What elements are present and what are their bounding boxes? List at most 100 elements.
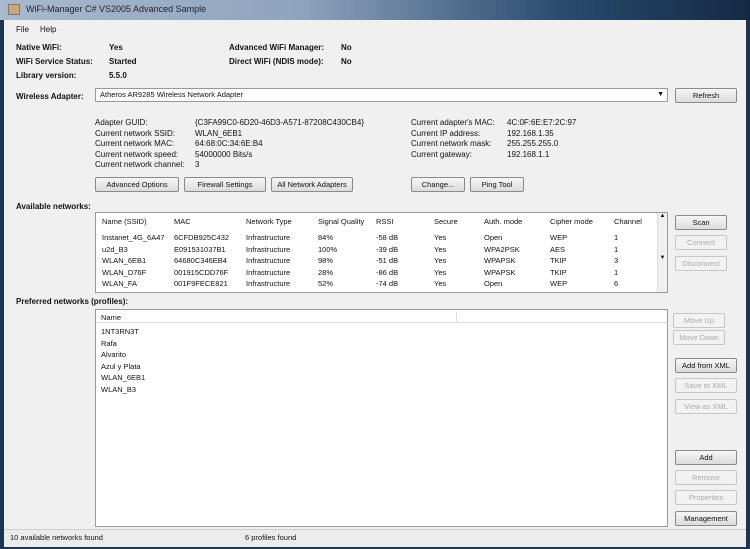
list-header: Name — [96, 312, 667, 323]
view-as-xml-button[interactable]: View as XML — [675, 399, 737, 414]
detail-label: Current network SSID: — [95, 128, 176, 138]
table-cell: 3 — [614, 256, 619, 265]
move-up-button[interactable]: Move Up — [673, 313, 725, 328]
table-cell: 001F9FECE821 — [174, 279, 228, 288]
column-name: Name — [101, 313, 122, 322]
column-header: Name (SSID) — [102, 217, 147, 226]
available-networks-label: Available networks: — [16, 202, 91, 211]
chevron-down-icon: ▼ — [657, 91, 664, 98]
detail-value: 54000000 Bits/s — [195, 149, 253, 159]
detail-value: 3 — [195, 160, 200, 169]
move-down-button[interactable]: Move Down — [673, 330, 725, 345]
table-cell: 1 — [614, 267, 619, 277]
list-item[interactable]: 1NT3RN3T — [101, 326, 139, 337]
table-cell: WEP — [550, 279, 568, 288]
scan-button[interactable]: Scan — [675, 215, 727, 230]
menu-help[interactable]: Help — [40, 25, 56, 34]
detail-label: Adapter GUID: — [95, 118, 148, 127]
table-cell: -86 dB — [376, 267, 399, 277]
title-bar: WiFi-Manager C# VS2005 Advanced Sample — [0, 0, 750, 20]
window-title: WiFi-Manager C# VS2005 Advanced Sample — [26, 4, 207, 14]
scrollbar[interactable]: ▲ ▼ — [657, 213, 667, 292]
properties-button[interactable]: Properties — [675, 490, 737, 505]
preferred-networks-label: Preferred networks (profiles): — [16, 297, 129, 306]
table-cell: 1 — [614, 233, 619, 242]
service-status-value: Started — [109, 57, 137, 66]
ping-tool-button[interactable]: Ping Tool — [470, 177, 524, 192]
table-row[interactable]: WLAN_FA 001F9FECE821 Infrastructure 52% -74 … — [96, 278, 656, 289]
list-item[interactable]: WLAN_B3 — [101, 384, 136, 395]
direct-wifi-value: No — [341, 57, 352, 66]
table-cell: TKIP — [550, 267, 567, 277]
main-window: File Help Native WiFi: Yes WiFi Service … — [4, 20, 746, 547]
profiles-list[interactable]: Name 1NT3RN3T Rafa Alvarito Azul y Plata WLA… — [95, 309, 668, 527]
table-cell: Yes — [434, 267, 447, 277]
change-button[interactable]: Change... — [411, 177, 465, 192]
column-header: MAC — [174, 217, 191, 226]
remove-button[interactable]: Remove — [675, 470, 737, 485]
table-cell: TKIP — [550, 256, 567, 265]
column-header: Secure — [434, 217, 458, 226]
table-row[interactable]: WLAN_D76F 001915CDD76F Infrastructure 28% -8… — [96, 267, 656, 278]
detail-label: Current network speed: — [95, 149, 179, 159]
table-cell: 6CFDB925C432 — [174, 233, 230, 242]
table-cell: 100% — [318, 244, 338, 254]
networks-table[interactable]: Name (SSID) MAC Network Type Signal Quality… — [95, 212, 668, 293]
table-cell: WLAN_FA — [102, 279, 138, 288]
native-wifi-label: Native WiFi: — [16, 43, 62, 52]
table-cell: WPAPSK — [484, 256, 516, 265]
advanced-options-button[interactable]: Advanced Options — [95, 177, 179, 192]
column-header: Network Type — [246, 217, 292, 226]
table-cell: Infrastructure — [246, 267, 291, 277]
column-header: Channel — [614, 217, 642, 226]
add-button[interactable]: Add — [675, 450, 737, 465]
detail-label: Current network mask: — [411, 139, 492, 148]
advanced-manager-label: Advanced WiFi Manager: — [229, 43, 325, 52]
list-item[interactable]: Alvarito — [101, 349, 126, 360]
table-cell: 6 — [614, 279, 619, 288]
menu-file[interactable]: File — [16, 25, 29, 34]
table-cell: Open — [484, 279, 503, 288]
list-item[interactable]: Rafa — [101, 338, 117, 349]
table-cell: Yes — [434, 279, 447, 288]
connect-button[interactable]: Connect — [675, 235, 727, 250]
table-cell: Infrastructure — [246, 233, 291, 242]
adapter-select[interactable]: Atheros AR9285 Wireless Network Adapter ▼ — [95, 88, 668, 102]
advanced-manager-value: No — [341, 43, 352, 52]
table-cell: -51 dB — [376, 256, 399, 265]
status-profiles: 6 profiles found — [245, 533, 297, 542]
list-item[interactable]: Azul y Plata — [101, 361, 141, 372]
status-bar: 10 available networks found 6 profiles f… — [4, 529, 746, 547]
table-cell: 98% — [318, 256, 334, 265]
disconnect-button[interactable]: Disconnect — [675, 256, 727, 271]
refresh-button[interactable]: Refresh — [675, 88, 737, 103]
library-version-label: Library version: — [16, 71, 77, 80]
management-button[interactable]: Management — [675, 511, 737, 526]
table-cell: 1 — [614, 244, 619, 254]
table-cell: -39 dB — [376, 244, 399, 254]
table-cell: Open — [484, 233, 503, 242]
detail-value: 64:68:0C:34:6E:B4 — [195, 139, 263, 148]
library-version-value: 5.5.0 — [109, 71, 127, 80]
firewall-settings-button[interactable]: Firewall Settings — [184, 177, 266, 192]
table-row[interactable]: u2d_B3 E091531037B1 Infrastructure 100% -39 … — [96, 244, 656, 255]
table-row[interactable]: WLAN_6EB1 64680C346EB4 Infrastructure 98% -5… — [96, 255, 656, 266]
table-row[interactable]: Instanet_4G_6A47 6CFDB925C432 Infrastructu… — [96, 232, 656, 243]
table-cell: 001915CDD76F — [174, 267, 229, 277]
detail-label: Current network MAC: — [95, 139, 175, 148]
save-to-xml-button[interactable]: Save to XML — [675, 378, 737, 393]
table-header: Name (SSID) MAC Network Type Signal Quality… — [96, 216, 656, 227]
table-cell: Infrastructure — [246, 279, 291, 288]
detail-label: Current network channel: — [95, 160, 185, 169]
detail-label: Current IP address: — [411, 128, 481, 138]
all-adapters-button[interactable]: All Network Adapters — [271, 177, 353, 192]
column-header: RSSI — [376, 217, 394, 226]
table-cell: Yes — [434, 233, 447, 242]
table-cell: u2d_B3 — [102, 244, 128, 254]
list-item[interactable]: WLAN_6EB1 — [101, 372, 145, 383]
column-header: Cipher mode — [550, 217, 593, 226]
detail-label: Current gateway: — [411, 149, 472, 159]
detail-value: 192.168.1.35 — [507, 128, 554, 138]
add-from-xml-button[interactable]: Add from XML — [675, 358, 737, 373]
adapter-label: Wireless Adapter: — [16, 92, 84, 101]
